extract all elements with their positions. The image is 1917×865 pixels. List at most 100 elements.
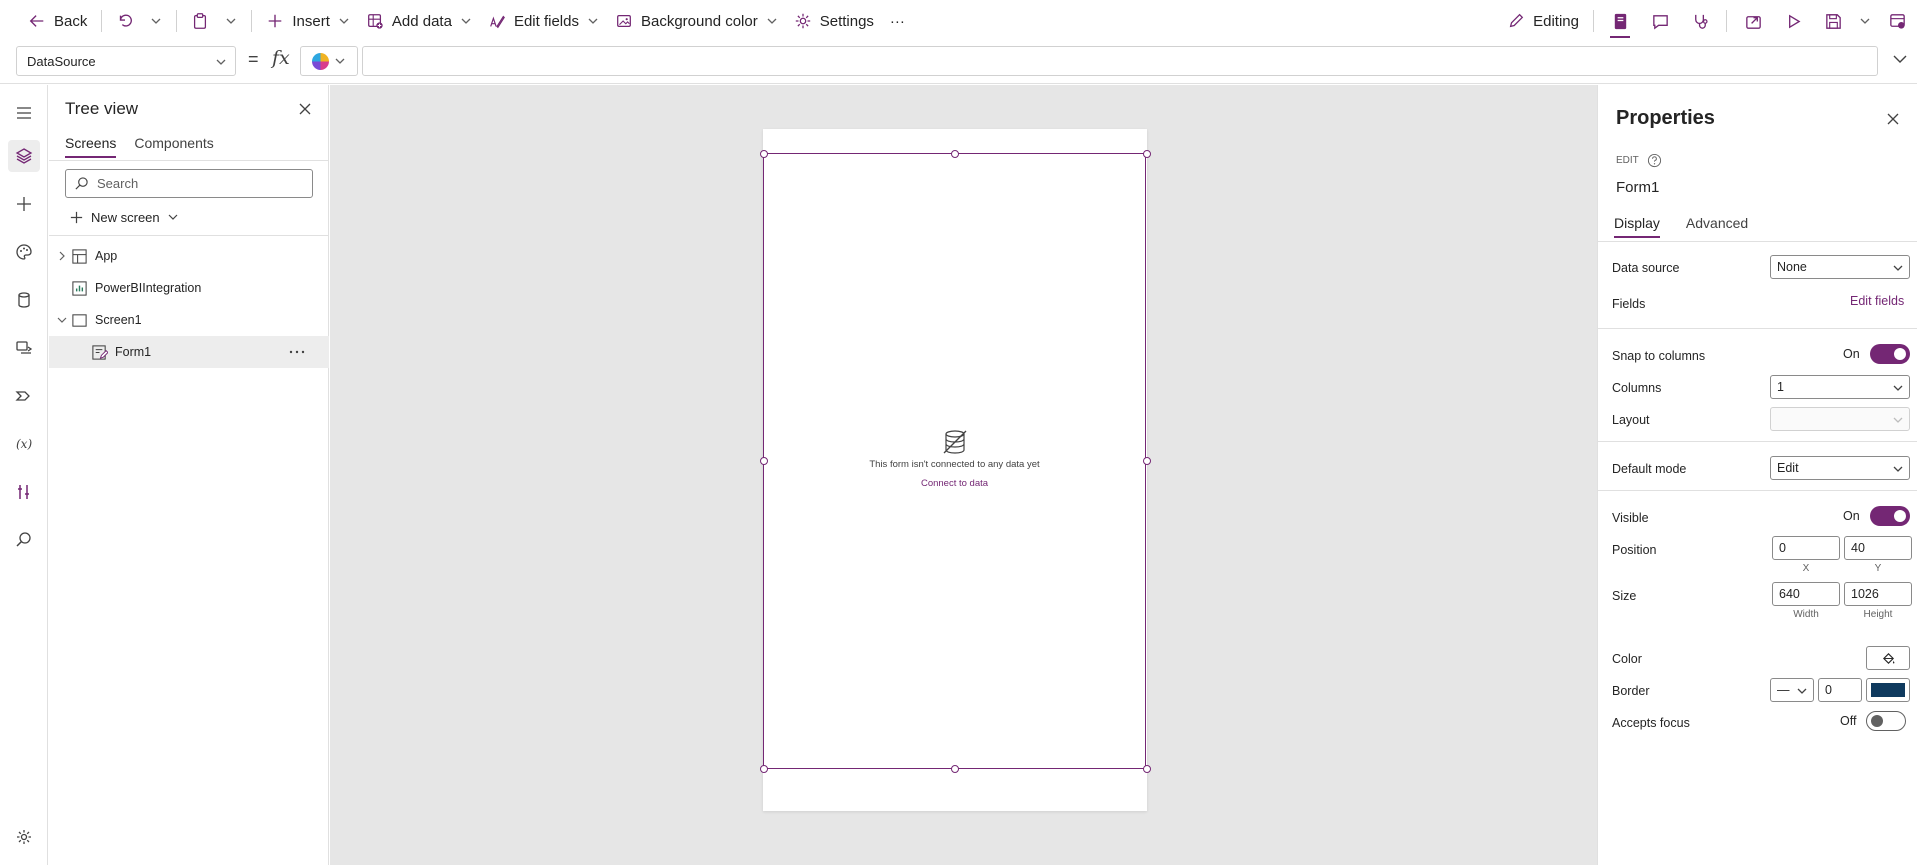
close-icon[interactable]	[1883, 109, 1903, 129]
resize-handle-bottom[interactable]	[951, 765, 959, 773]
copilot-button[interactable]	[300, 46, 358, 76]
tree-view-button[interactable]	[8, 140, 40, 172]
search-input[interactable]	[97, 176, 297, 191]
edit-tag: EDIT	[1616, 153, 1662, 168]
layers-icon	[15, 148, 33, 164]
property-dropdown[interactable]: DataSource	[16, 46, 236, 76]
data-button[interactable]	[8, 284, 40, 316]
settings-rail-button[interactable]	[8, 821, 40, 853]
formula-input[interactable]	[362, 46, 1878, 76]
color-picker-button[interactable]	[1866, 646, 1910, 670]
tree-item-form1[interactable]: Form1	[49, 336, 329, 368]
form-empty-message: This form isn't connected to any data ye…	[869, 459, 1040, 470]
powerbi-integration-icon	[72, 280, 87, 296]
flow-icon	[15, 391, 30, 401]
more-commands-button[interactable]: ···	[882, 5, 913, 37]
plus-icon	[70, 211, 83, 223]
chevron-down-icon	[1893, 466, 1903, 472]
app-icon	[72, 248, 87, 264]
toggle-switch[interactable]	[1866, 711, 1907, 731]
accepts-focus-toggle[interactable]: Off	[1840, 711, 1907, 731]
toggle-switch[interactable]	[1869, 506, 1910, 526]
editing-mode-button[interactable]: Editing	[1499, 5, 1587, 37]
resize-handle-bottom-left[interactable]	[760, 765, 768, 773]
back-button[interactable]: Back	[20, 5, 95, 37]
undo-icon	[120, 14, 133, 27]
tree-item-app[interactable]: App	[49, 240, 329, 272]
snap-to-columns-toggle[interactable]: On	[1843, 344, 1910, 364]
stethoscope-icon	[1694, 14, 1708, 29]
advanced-tools-button[interactable]	[8, 476, 40, 508]
tab-display[interactable]: Display	[1614, 215, 1660, 238]
columns-label: Columns	[1612, 381, 1662, 395]
border-thickness-input[interactable]: 0	[1818, 678, 1862, 702]
border-color-button[interactable]	[1866, 678, 1910, 702]
fx-button[interactable]: fx	[272, 47, 290, 69]
tree-search[interactable]	[65, 169, 313, 198]
preview-button[interactable]	[1773, 4, 1813, 38]
power-automate-button[interactable]	[8, 380, 40, 412]
close-icon[interactable]	[295, 99, 315, 119]
resize-handle-top[interactable]	[951, 150, 959, 158]
columns-dropdown[interactable]: 1	[1770, 375, 1910, 399]
tree-item-powerbi-integration[interactable]: PowerBIIntegration	[49, 272, 329, 304]
media-button[interactable]	[8, 332, 40, 364]
more-label: ···	[889, 12, 905, 30]
app-checker-button[interactable]	[1680, 4, 1720, 38]
accepts-focus-state: Off	[1840, 714, 1857, 728]
tab-screens[interactable]: Screens	[65, 135, 117, 158]
pencil-icon	[1509, 13, 1524, 28]
default-mode-dropdown[interactable]: Edit	[1770, 456, 1910, 480]
edit-fields-label: Edit fields	[513, 12, 579, 30]
position-y-input[interactable]: 40	[1844, 536, 1912, 560]
undo-dropdown[interactable]	[142, 5, 170, 37]
variables-button[interactable]: (x)	[8, 428, 40, 460]
data-source-dropdown[interactable]: None	[1770, 255, 1910, 279]
equals-sign: =	[248, 49, 259, 69]
chevron-right-icon[interactable]	[55, 249, 69, 263]
save-button[interactable]	[1813, 4, 1853, 38]
screen-icon	[72, 313, 87, 327]
connect-to-data-link[interactable]: Connect to data	[763, 478, 1146, 489]
tab-advanced[interactable]: Advanced	[1686, 215, 1748, 238]
database-disconnected-icon	[943, 430, 966, 454]
share-button[interactable]	[1733, 4, 1773, 38]
new-screen-button[interactable]: New screen	[69, 205, 179, 229]
themes-button[interactable]	[8, 236, 40, 268]
search-rail-button[interactable]	[8, 524, 40, 556]
border-style-dropdown[interactable]: —	[1770, 678, 1814, 702]
resize-handle-top-left[interactable]	[760, 150, 768, 158]
divider	[251, 10, 253, 32]
add-data-button[interactable]: Add data	[358, 5, 480, 37]
toggle-switch[interactable]	[1869, 344, 1910, 364]
settings-button[interactable]: Settings	[786, 5, 882, 37]
chevron-down-icon	[226, 18, 236, 24]
publish-button[interactable]	[1877, 4, 1917, 38]
more-horizontal-icon[interactable]	[287, 342, 307, 362]
comments-button[interactable]	[1640, 4, 1680, 38]
paste-button[interactable]	[183, 5, 217, 37]
help-icon[interactable]	[1647, 153, 1662, 168]
edit-fields-link[interactable]: Edit fields	[1850, 294, 1904, 308]
size-height-input[interactable]: 1026	[1844, 582, 1912, 606]
divider	[176, 10, 178, 32]
tab-components[interactable]: Components	[134, 135, 213, 158]
chevron-down-icon[interactable]	[55, 313, 69, 327]
background-color-button[interactable]: Background color	[607, 5, 786, 37]
search-icon	[16, 532, 31, 547]
expand-chevron-icon[interactable]	[1891, 50, 1909, 68]
edit-fields-button[interactable]: Edit fields	[480, 5, 607, 37]
position-x-input[interactable]: 0	[1772, 536, 1840, 560]
undo-button[interactable]	[108, 5, 142, 37]
menu-button[interactable]	[8, 97, 40, 129]
insert-button[interactable]: Insert	[258, 5, 358, 37]
resize-handle-top-right[interactable]	[1143, 150, 1151, 158]
resize-handle-bottom-right[interactable]	[1143, 765, 1151, 773]
size-width-input[interactable]: 640	[1772, 582, 1840, 606]
app-info-button[interactable]	[1600, 4, 1640, 38]
insert-rail-button[interactable]	[8, 188, 40, 220]
paste-dropdown[interactable]	[217, 5, 245, 37]
visible-toggle[interactable]: On	[1843, 506, 1910, 526]
tree-item-screen1[interactable]: Screen1	[49, 304, 329, 336]
save-dropdown[interactable]	[1853, 4, 1877, 38]
